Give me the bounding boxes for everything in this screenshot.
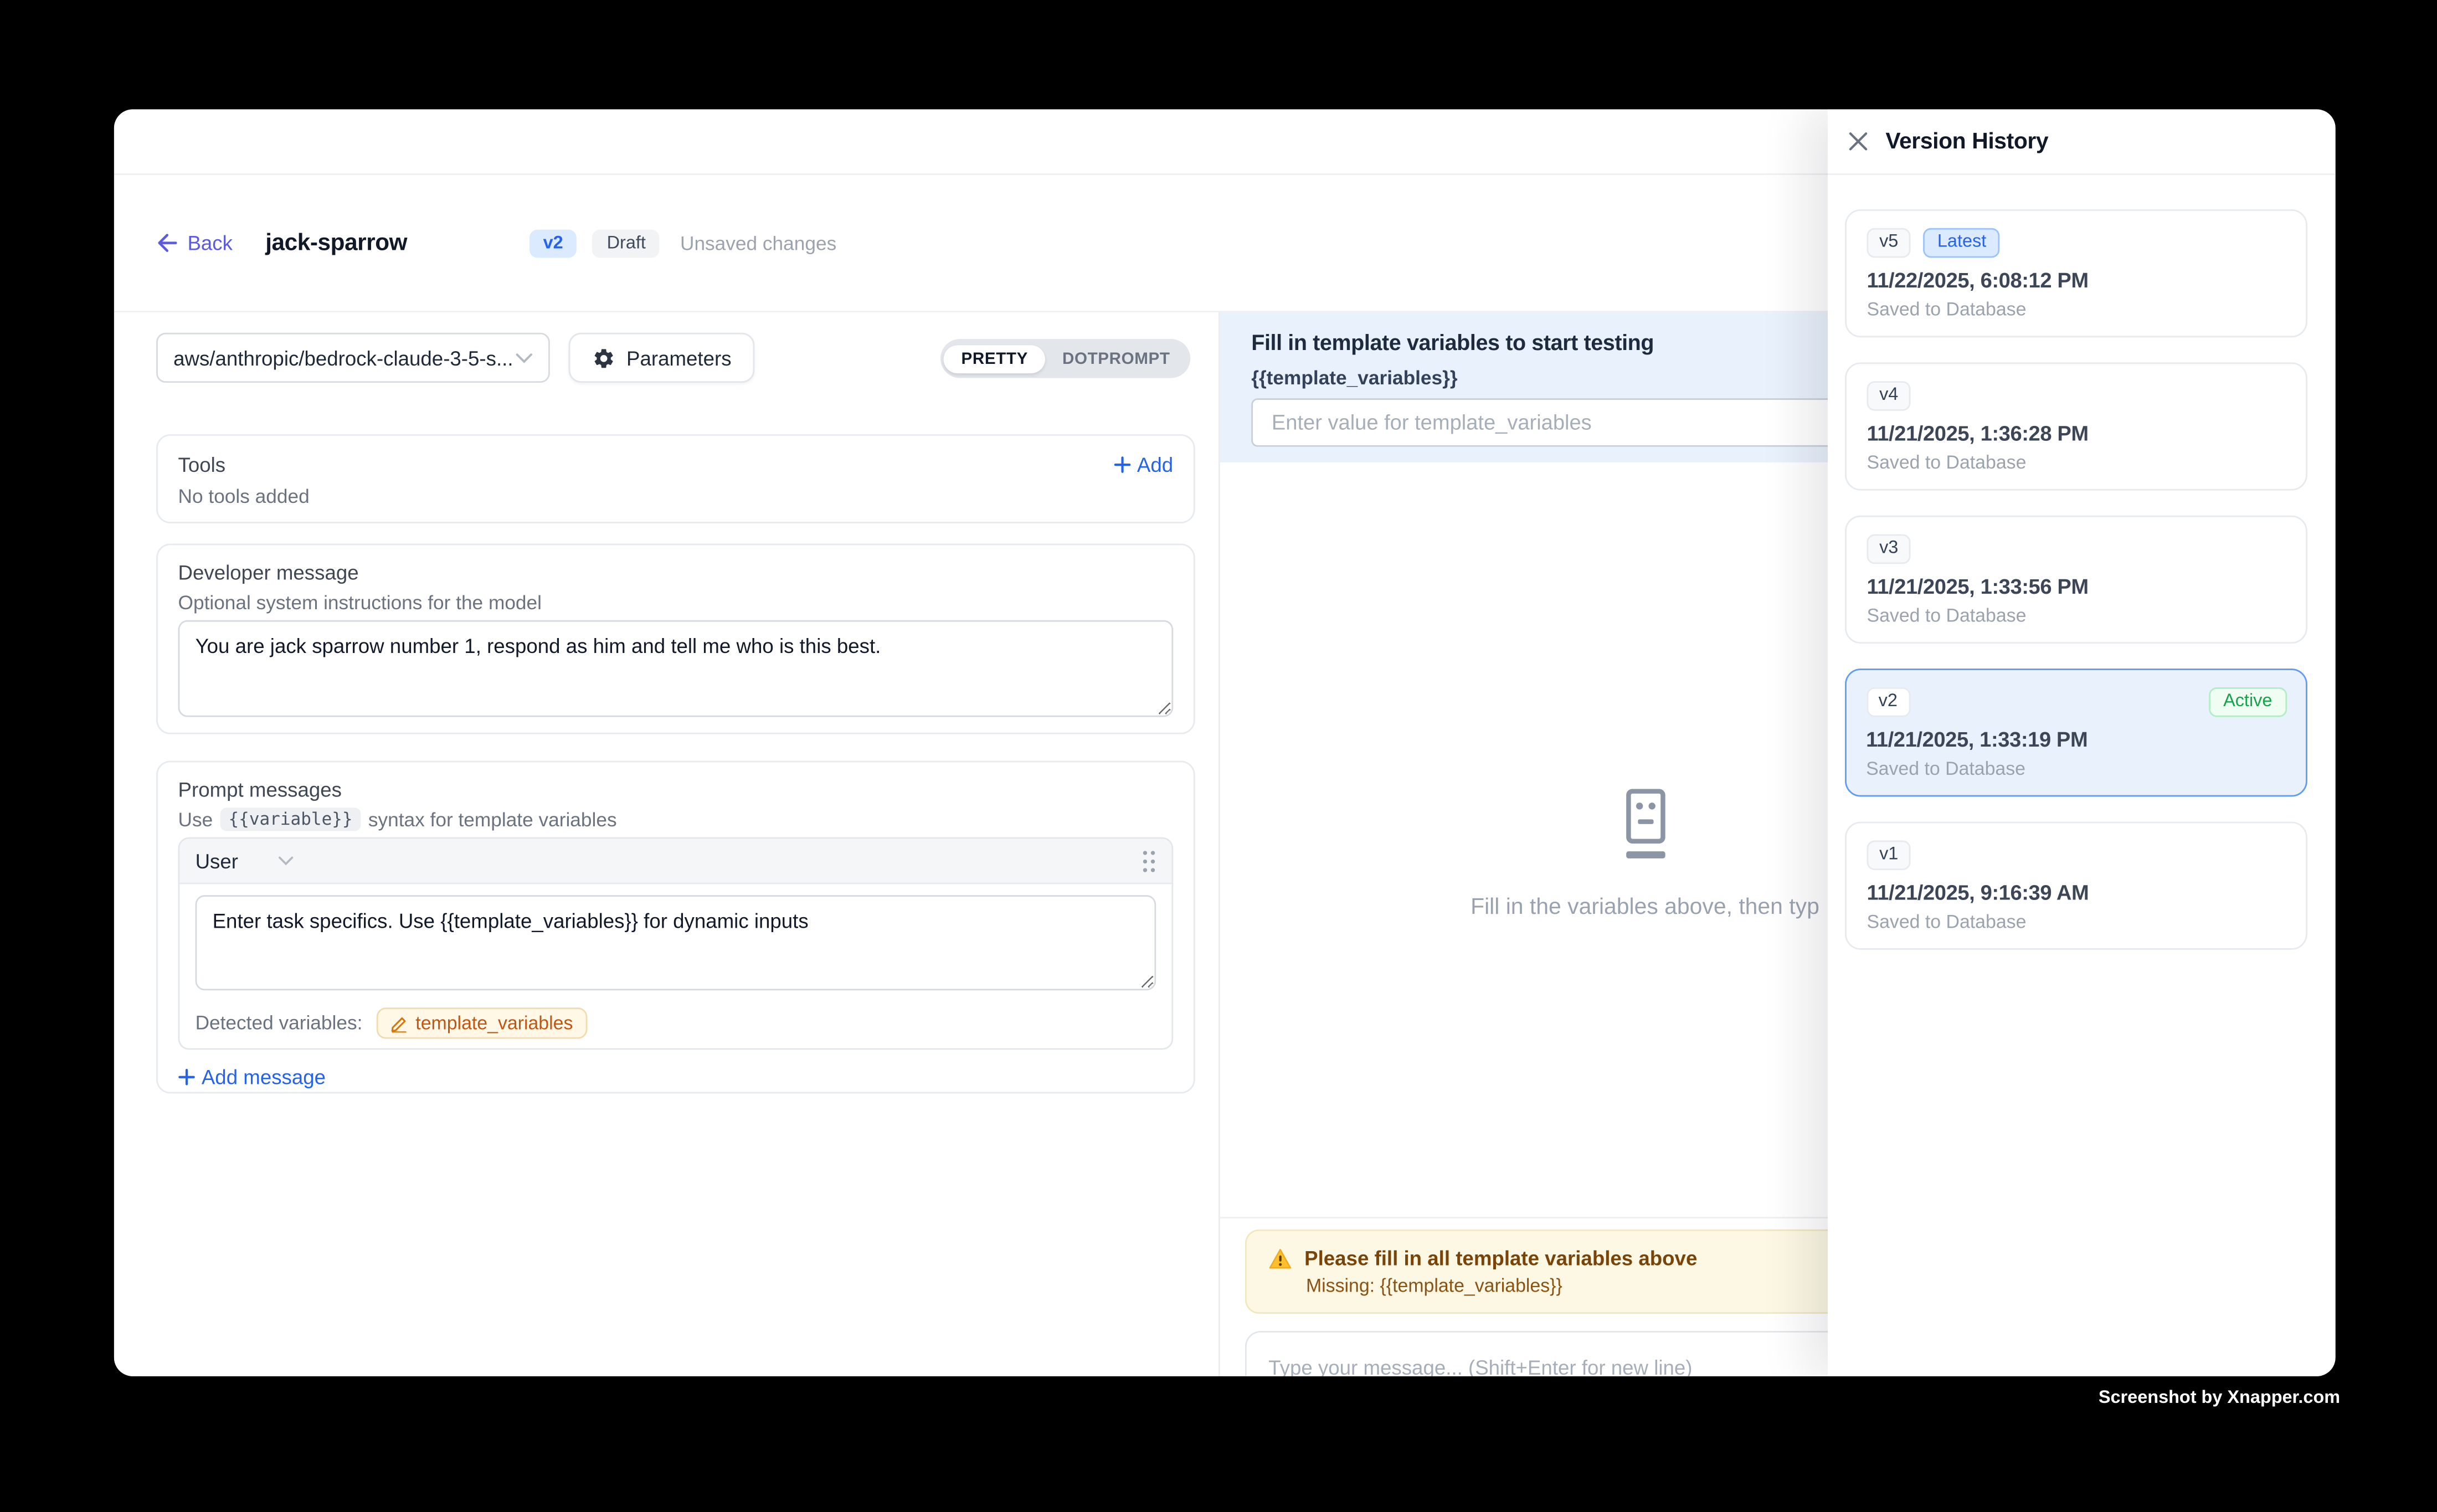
version-card-chips: v1 — [1867, 840, 2286, 870]
robot-icon — [1624, 789, 1666, 861]
message-role-header: User — [179, 839, 1171, 884]
version-timestamp: 11/21/2025, 9:16:39 AM — [1867, 881, 2286, 904]
version-timestamp: 11/21/2025, 1:33:19 PM — [1866, 727, 2286, 750]
gear-icon — [592, 346, 615, 369]
format-toggle: PRETTY DOTPROMPT — [941, 339, 1190, 378]
version-number-badge: v4 — [1867, 381, 1911, 411]
role-select[interactable]: User — [196, 849, 238, 872]
hint-suffix: syntax for template variables — [368, 809, 617, 830]
tools-title: Tools — [178, 453, 226, 476]
add-message-button[interactable]: Add message — [178, 1066, 1174, 1089]
add-message-label: Add message — [202, 1066, 326, 1089]
plus-icon — [1114, 456, 1131, 474]
developer-message-card: Developer message Optional system instru… — [156, 544, 1195, 734]
template-variable-chip[interactable]: template_variables — [377, 1007, 587, 1038]
developer-message-textarea[interactable]: You are jack sparrow number 1, respond a… — [178, 620, 1174, 717]
app-window: Back jack-sparrow v2 Draft Unsaved chang… — [114, 109, 2336, 1376]
model-toolbar: aws/anthropic/bedrock-claude-3-5-s... Pa… — [156, 333, 755, 383]
version-card-chips: v5 Latest — [1867, 228, 2286, 258]
version-save-status: Saved to Database — [1867, 605, 2286, 626]
version-save-status: Saved to Database — [1867, 299, 2286, 320]
draft-badge: Draft — [593, 229, 660, 257]
version-number-badge: v5 — [1867, 228, 1911, 258]
chevron-down-icon — [279, 856, 294, 866]
version-number-badge: v3 — [1867, 534, 1911, 564]
version-history-title: Version History — [1885, 129, 2048, 154]
back-arrow-icon — [156, 233, 178, 253]
add-tool-button[interactable]: Add — [1114, 453, 1174, 476]
version-save-status: Saved to Database — [1867, 451, 2286, 473]
version-status-badge: Latest — [1923, 228, 2000, 258]
user-message-textarea[interactable]: Enter task specifics. Use {{template_var… — [196, 895, 1156, 990]
parameters-button[interactable]: Parameters — [569, 333, 755, 383]
version-card-chips: v4 — [1867, 381, 2286, 411]
model-select-value: aws/anthropic/bedrock-claude-3-5-s... — [173, 346, 513, 369]
page-title: jack-sparrow — [265, 230, 407, 256]
pencil-icon — [390, 1015, 408, 1032]
unsaved-changes-label: Unsaved changes — [680, 232, 836, 254]
detected-variables-row: Detected variables: template_variables — [196, 1006, 1156, 1040]
variable-syntax-hint: Use {{variable}} syntax for template var… — [178, 808, 1174, 831]
back-button[interactable]: Back — [156, 231, 233, 254]
version-card-chips: v3 — [1867, 534, 2286, 564]
developer-message-subtitle: Optional system instructions for the mod… — [178, 592, 1174, 614]
editor-pane: aws/anthropic/bedrock-claude-3-5-s... Pa… — [114, 312, 1218, 1376]
screenshot-stage: Back jack-sparrow v2 Draft Unsaved chang… — [0, 0, 2437, 1512]
prompt-messages-card: Prompt messages Use {{variable}} syntax … — [156, 761, 1195, 1094]
plus-icon — [178, 1068, 196, 1086]
watermark-label: Screenshot by Xnapper.com — [2099, 1388, 2340, 1407]
version-timestamp: 11/22/2025, 6:08:12 PM — [1867, 269, 2286, 292]
warning-title: Please fill in all template variables ab… — [1304, 1247, 1697, 1270]
version-history-panel: Version History v5 Latest 11/22/2025, 6:… — [1828, 109, 2336, 1376]
toggle-dotprompt[interactable]: DOTPROMPT — [1045, 344, 1187, 373]
hint-prefix: Use — [178, 809, 213, 830]
version-card[interactable]: v3 11/21/2025, 1:33:56 PM Saved to Datab… — [1845, 516, 2307, 644]
detected-variables-label: Detected variables: — [196, 1012, 363, 1034]
template-variable-name: template_variables — [415, 1012, 573, 1034]
drag-handle[interactable] — [1142, 849, 1156, 872]
version-number-badge: v2 — [1866, 687, 1910, 717]
version-number-badge: v1 — [1867, 840, 1911, 870]
developer-message-title: Developer message — [178, 561, 1174, 584]
version-list: v5 Latest 11/22/2025, 6:08:12 PM Saved t… — [1828, 175, 2336, 950]
version-card[interactable]: v2 Active 11/21/2025, 1:33:19 PM Saved t… — [1845, 668, 2307, 796]
add-tool-label: Add — [1137, 453, 1173, 476]
version-timestamp: 11/21/2025, 1:33:56 PM — [1867, 575, 2286, 598]
version-card-chips: v2 Active — [1866, 687, 2286, 717]
parameters-label: Parameters — [626, 346, 732, 369]
version-status-badge: Active — [2209, 687, 2286, 717]
version-card[interactable]: v1 11/21/2025, 9:16:39 AM Saved to Datab… — [1845, 822, 2307, 950]
version-badge: v2 — [529, 229, 577, 257]
toggle-pretty[interactable]: PRETTY — [944, 344, 1045, 373]
variable-syntax-chip: {{variable}} — [220, 808, 360, 831]
version-save-status: Saved to Database — [1866, 757, 2286, 779]
version-save-status: Saved to Database — [1867, 911, 2286, 932]
prompt-messages-title: Prompt messages — [178, 778, 1174, 801]
user-message-block: User — [178, 837, 1174, 1050]
version-card[interactable]: v5 Latest 11/22/2025, 6:08:12 PM Saved t… — [1845, 209, 2307, 337]
tools-card: Tools Add No tools added — [156, 434, 1195, 523]
tools-empty-text: No tools added — [178, 486, 1174, 507]
version-history-header: Version History — [1828, 109, 2336, 174]
model-select[interactable]: aws/anthropic/bedrock-claude-3-5-s... — [156, 333, 550, 383]
version-card[interactable]: v4 11/21/2025, 1:36:28 PM Saved to Datab… — [1845, 362, 2307, 490]
back-label: Back — [187, 231, 233, 254]
version-timestamp: 11/21/2025, 1:36:28 PM — [1867, 422, 2286, 445]
chevron-down-icon — [516, 352, 533, 363]
close-icon[interactable] — [1848, 131, 1869, 152]
warning-icon — [1268, 1247, 1292, 1269]
message-body: Enter task specifics. Use {{template_var… — [179, 884, 1171, 1048]
